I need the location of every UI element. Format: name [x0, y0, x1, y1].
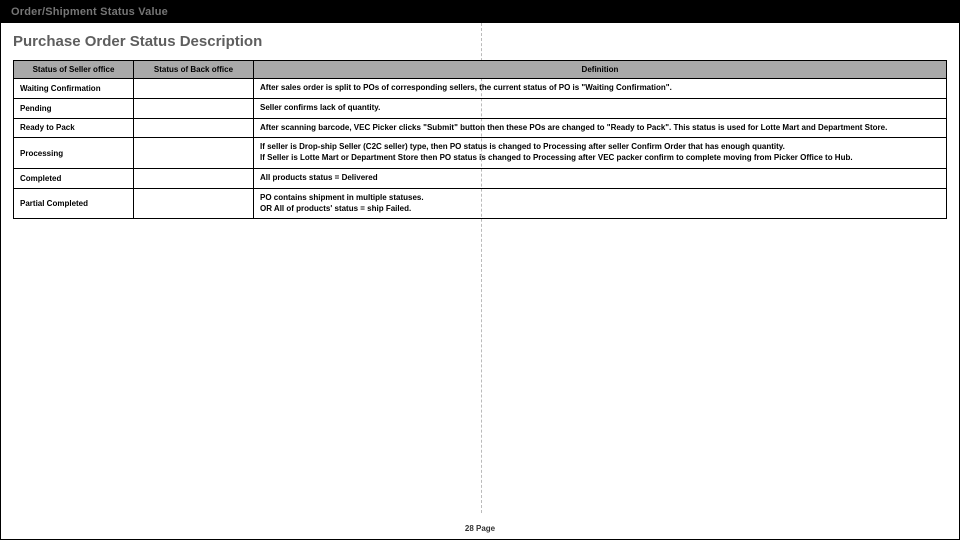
cell-def: If seller is Drop-ship Seller (C2C selle… — [254, 138, 947, 169]
th-seller: Status of Seller office — [14, 61, 134, 79]
table-row: Ready to Pack After scanning barcode, VE… — [14, 118, 947, 138]
cell-def: All products status = Delivered — [254, 168, 947, 188]
cell-back — [134, 138, 254, 169]
cell-back — [134, 79, 254, 99]
cell-seller: Pending — [14, 98, 134, 118]
table-row: Waiting Confirmation After sales order i… — [14, 79, 947, 99]
cell-back — [134, 168, 254, 188]
cell-seller: Partial Completed — [14, 188, 134, 219]
content-area: Purchase Order Status Description Status… — [1, 23, 959, 219]
page-heading: Purchase Order Status Description — [13, 33, 947, 50]
cell-back — [134, 118, 254, 138]
page-footer: 28 Page — [1, 524, 959, 533]
table-row: Processing If seller is Drop-ship Seller… — [14, 138, 947, 169]
table-row: Pending Seller confirms lack of quantity… — [14, 98, 947, 118]
cell-seller: Completed — [14, 168, 134, 188]
title-bar: Order/Shipment Status Value — [1, 1, 959, 23]
table-row: Completed All products status = Delivere… — [14, 168, 947, 188]
cell-seller: Processing — [14, 138, 134, 169]
cell-def: PO contains shipment in multiple statuse… — [254, 188, 947, 219]
cell-def: Seller confirms lack of quantity. — [254, 98, 947, 118]
cell-seller: Ready to Pack — [14, 118, 134, 138]
th-def: Definition — [254, 61, 947, 79]
cell-def: After sales order is split to POs of cor… — [254, 79, 947, 99]
cell-def: After scanning barcode, VEC Picker click… — [254, 118, 947, 138]
document-page: Order/Shipment Status Value Purchase Ord… — [0, 0, 960, 540]
status-table: Status of Seller office Status of Back o… — [13, 60, 947, 219]
cell-back — [134, 188, 254, 219]
table-header-row: Status of Seller office Status of Back o… — [14, 61, 947, 79]
cell-seller: Waiting Confirmation — [14, 79, 134, 99]
table-row: Partial Completed PO contains shipment i… — [14, 188, 947, 219]
th-back: Status of Back office — [134, 61, 254, 79]
title-bar-text: Order/Shipment Status Value — [11, 6, 168, 18]
cell-back — [134, 98, 254, 118]
